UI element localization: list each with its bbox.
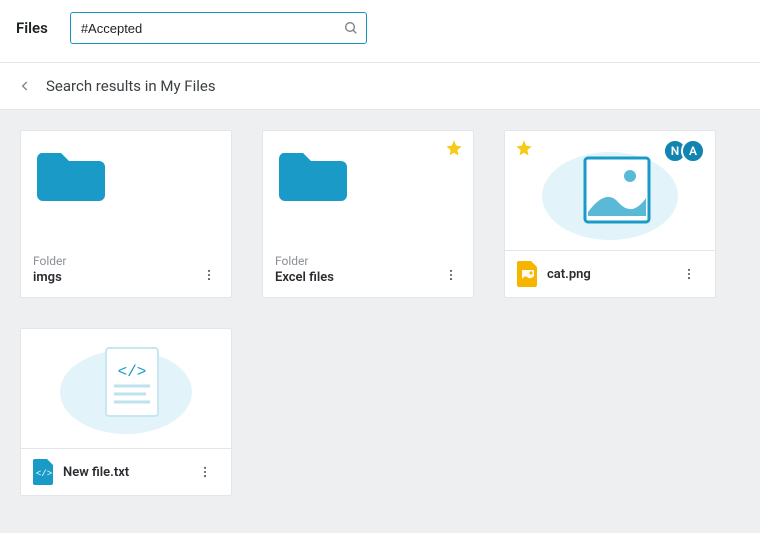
item-name: New file.txt (63, 465, 191, 480)
section-title: Files (16, 19, 48, 37)
item-name: cat.png (547, 267, 675, 282)
search-input[interactable] (70, 12, 367, 44)
results-grid-area: Folder imgs (0, 110, 760, 533)
folder-card[interactable]: Folder Excel files (262, 130, 474, 298)
folder-icon (277, 145, 349, 207)
more-button[interactable] (437, 261, 465, 289)
card-preview (263, 131, 473, 254)
card-preview (21, 131, 231, 254)
filetype-image-icon (517, 261, 539, 287)
file-card[interactable]: </> </> New file.txt (20, 328, 232, 496)
results-title: Search results in My Files (46, 77, 216, 95)
card-footer: Folder imgs (21, 254, 231, 297)
search-icon[interactable] (343, 20, 359, 36)
svg-text:</>: </> (118, 363, 147, 381)
results-grid: Folder imgs (20, 130, 740, 496)
item-name: Excel files (275, 270, 461, 285)
more-button[interactable] (191, 458, 219, 486)
card-footer: cat.png (505, 251, 715, 297)
file-card[interactable]: N A (504, 130, 716, 298)
item-type-label: Folder (33, 254, 219, 268)
card-footer: </> New file.txt (21, 449, 231, 495)
star-icon (445, 139, 463, 157)
folder-card[interactable]: Folder imgs (20, 130, 232, 298)
more-button[interactable] (195, 261, 223, 289)
filetype-code-icon: </> (33, 459, 55, 485)
search-field[interactable] (70, 12, 367, 44)
back-icon[interactable] (18, 79, 32, 93)
item-name: imgs (33, 270, 219, 285)
results-header: Search results in My Files (0, 62, 760, 110)
image-preview-icon (505, 131, 715, 250)
svg-text:</>: </> (36, 469, 52, 479)
code-preview-icon: </> (21, 329, 231, 448)
card-preview: </> (21, 329, 231, 449)
item-type-label: Folder (275, 254, 461, 268)
folder-icon (35, 145, 107, 207)
card-preview: N A (505, 131, 715, 251)
more-button[interactable] (675, 260, 703, 288)
topbar: Files (0, 0, 760, 62)
card-footer: Folder Excel files (263, 254, 473, 297)
